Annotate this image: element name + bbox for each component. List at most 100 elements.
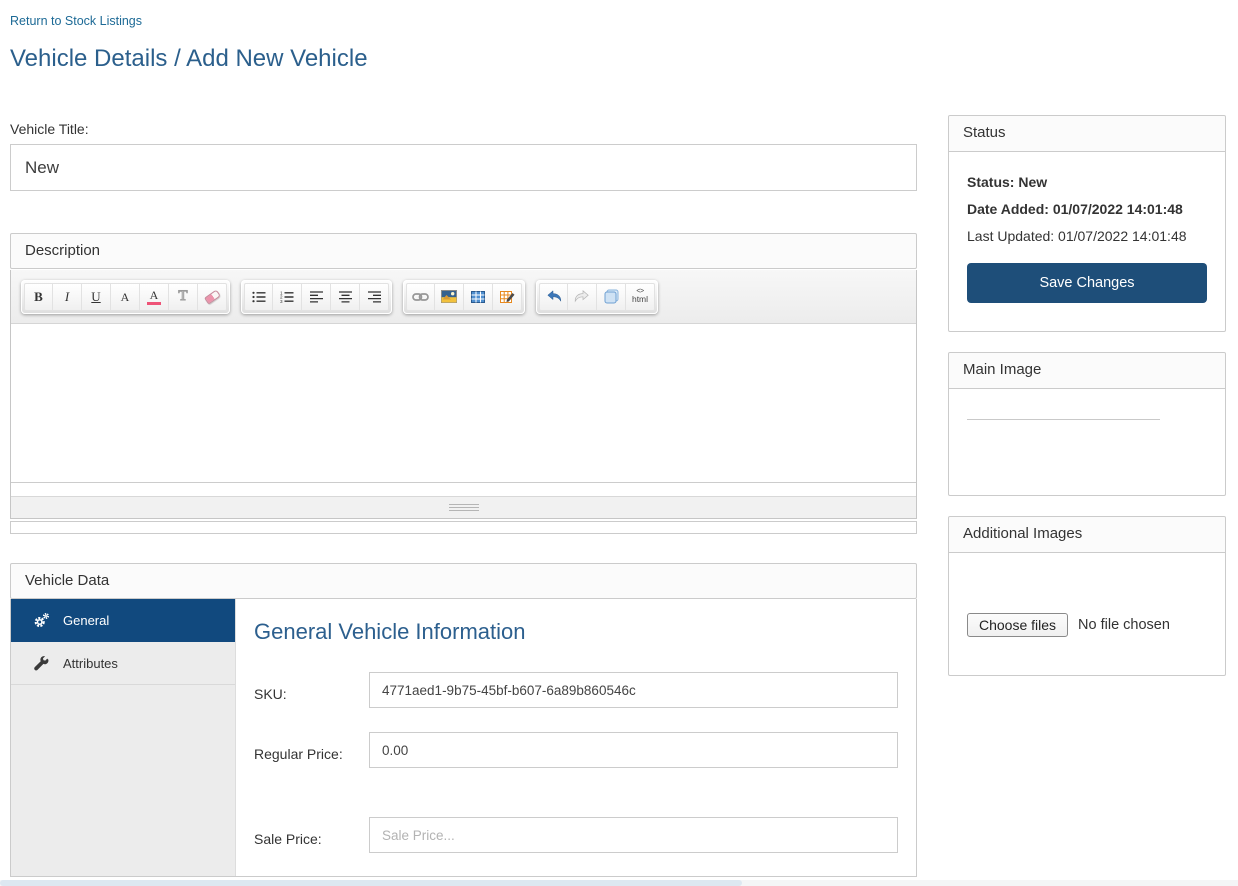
toolbar-group-actions: <> html — [536, 280, 658, 314]
tab-general-label: General — [63, 613, 109, 628]
insert-image-button[interactable] — [435, 283, 464, 311]
horizontal-scrollbar-thumb[interactable] — [0, 880, 742, 886]
align-left-icon — [310, 291, 323, 303]
bold-button[interactable]: B — [24, 283, 53, 311]
sale-price-row: Sale Price: — [254, 817, 898, 853]
main-image-panel: Main Image — [948, 352, 1226, 496]
align-right-button[interactable] — [360, 283, 389, 311]
main-image-panel-body — [949, 419, 1225, 495]
side-column: Status Status: New Date Added: 01/07/202… — [948, 10, 1226, 877]
align-center-icon — [339, 291, 352, 303]
redo-icon — [574, 290, 590, 303]
additional-images-panel-header: Additional Images — [949, 517, 1225, 553]
last-updated-value: Last Updated: 01/07/2022 14:01:48 — [967, 227, 1207, 245]
insert-table-button[interactable] — [464, 283, 493, 311]
editor-statusbar — [11, 482, 916, 496]
rich-text-editor: B I U A A — [10, 270, 917, 519]
sale-price-label: Sale Price: — [254, 817, 369, 853]
save-changes-button[interactable]: Save Changes — [967, 263, 1207, 303]
sale-price-input[interactable] — [369, 817, 898, 853]
file-input: Choose files No file chosen — [967, 613, 1207, 637]
description-panel-header: Description — [10, 233, 917, 269]
tab-attributes[interactable]: Attributes — [11, 642, 235, 685]
status-panel-header: Status — [949, 116, 1225, 152]
regular-price-input[interactable] — [369, 732, 898, 768]
italic-button[interactable]: I — [53, 283, 82, 311]
sku-label: SKU: — [254, 672, 369, 708]
page-title: Vehicle Details / Add New Vehicle — [10, 45, 917, 73]
gears-icon — [33, 612, 50, 629]
regular-price-label: Regular Price: — [254, 732, 369, 768]
font-size-button[interactable]: A — [111, 283, 140, 311]
choose-files-button[interactable]: Choose files — [967, 613, 1068, 637]
editor-content-area[interactable] — [11, 324, 916, 482]
main-image-divider — [967, 419, 1160, 420]
section-title: General Vehicle Information — [254, 619, 898, 645]
horizontal-scrollbar[interactable] — [0, 880, 1238, 886]
undo-icon — [546, 290, 562, 303]
text-style-button[interactable]: T — [169, 283, 198, 311]
numbered-list-button[interactable]: 123 — [273, 283, 302, 311]
align-right-icon — [368, 291, 381, 303]
font-color-swatch — [147, 302, 161, 305]
font-size-icon: A — [121, 291, 130, 303]
italic-icon: I — [65, 290, 69, 303]
additional-images-panel-body: Choose files No file chosen — [949, 553, 1225, 675]
toolbar-group-insert — [403, 280, 525, 314]
main-column: Return to Stock Listings Vehicle Details… — [10, 10, 917, 877]
underline-icon: U — [91, 290, 100, 303]
remove-format-button[interactable] — [198, 283, 227, 311]
select-all-icon — [604, 289, 619, 304]
status-value: Status: New — [967, 173, 1207, 191]
image-icon — [441, 290, 457, 303]
align-center-button[interactable] — [331, 283, 360, 311]
description-panel: Description B I U — [10, 233, 917, 534]
editor-resize-grip-icon[interactable] — [449, 504, 479, 511]
status-panel-body: Status: New Date Added: 01/07/2022 14:01… — [949, 152, 1225, 331]
table-properties-button[interactable] — [493, 283, 522, 311]
additional-images-panel: Additional Images Choose files No file c… — [948, 516, 1226, 676]
description-panel-footer — [10, 521, 917, 534]
vehicle-title-label: Vehicle Title: — [10, 121, 917, 137]
vehicle-data-panel-header: Vehicle Data — [10, 563, 917, 599]
numbered-list-icon: 123 — [280, 291, 294, 303]
align-left-button[interactable] — [302, 283, 331, 311]
main-image-panel-header: Main Image — [949, 353, 1225, 389]
regular-price-row: Regular Price: — [254, 732, 898, 768]
link-icon — [412, 292, 429, 302]
vehicle-title-input[interactable] — [10, 144, 917, 191]
insert-link-button[interactable] — [406, 283, 435, 311]
table-edit-icon — [500, 290, 515, 303]
status-panel: Status Status: New Date Added: 01/07/202… — [948, 115, 1226, 332]
page: Return to Stock Listings Vehicle Details… — [0, 0, 1238, 877]
bullet-list-icon — [252, 291, 266, 303]
toolbar-group-text-style: B I U A A — [21, 280, 230, 314]
vehicle-data-body: General Attributes General Vehicle Infor… — [10, 599, 917, 877]
font-color-button[interactable]: A — [140, 283, 169, 311]
editor-toolbar: B I U A A — [11, 270, 916, 324]
editor-footer — [11, 496, 916, 518]
sku-input[interactable] — [369, 672, 898, 708]
svg-text:3: 3 — [280, 298, 283, 302]
tab-general[interactable]: General — [11, 599, 235, 642]
file-chosen-status: No file chosen — [1078, 617, 1170, 633]
toolbar-group-lists-align: 123 — [241, 280, 392, 314]
html-source-button[interactable]: <> html — [626, 283, 655, 311]
general-tab-content: General Vehicle Information SKU: Regular… — [236, 599, 916, 876]
font-color-icon: A — [150, 289, 159, 301]
text-style-icon: T — [178, 289, 187, 304]
undo-button[interactable] — [539, 283, 568, 311]
table-icon — [471, 291, 485, 303]
tab-attributes-label: Attributes — [63, 656, 118, 671]
return-to-stock-listings-link[interactable]: Return to Stock Listings — [10, 14, 142, 28]
sku-row: SKU: — [254, 672, 898, 708]
bullet-list-button[interactable] — [244, 283, 273, 311]
vehicle-data-tab-list: General Attributes — [11, 599, 236, 876]
vehicle-data-panel: Vehicle Data — [10, 563, 917, 877]
underline-button[interactable]: U — [82, 283, 111, 311]
bold-icon: B — [34, 290, 43, 303]
date-added-value: Date Added: 01/07/2022 14:01:48 — [967, 200, 1207, 218]
remove-format-eraser-icon — [204, 289, 221, 304]
select-all-button[interactable] — [597, 283, 626, 311]
redo-button[interactable] — [568, 283, 597, 311]
